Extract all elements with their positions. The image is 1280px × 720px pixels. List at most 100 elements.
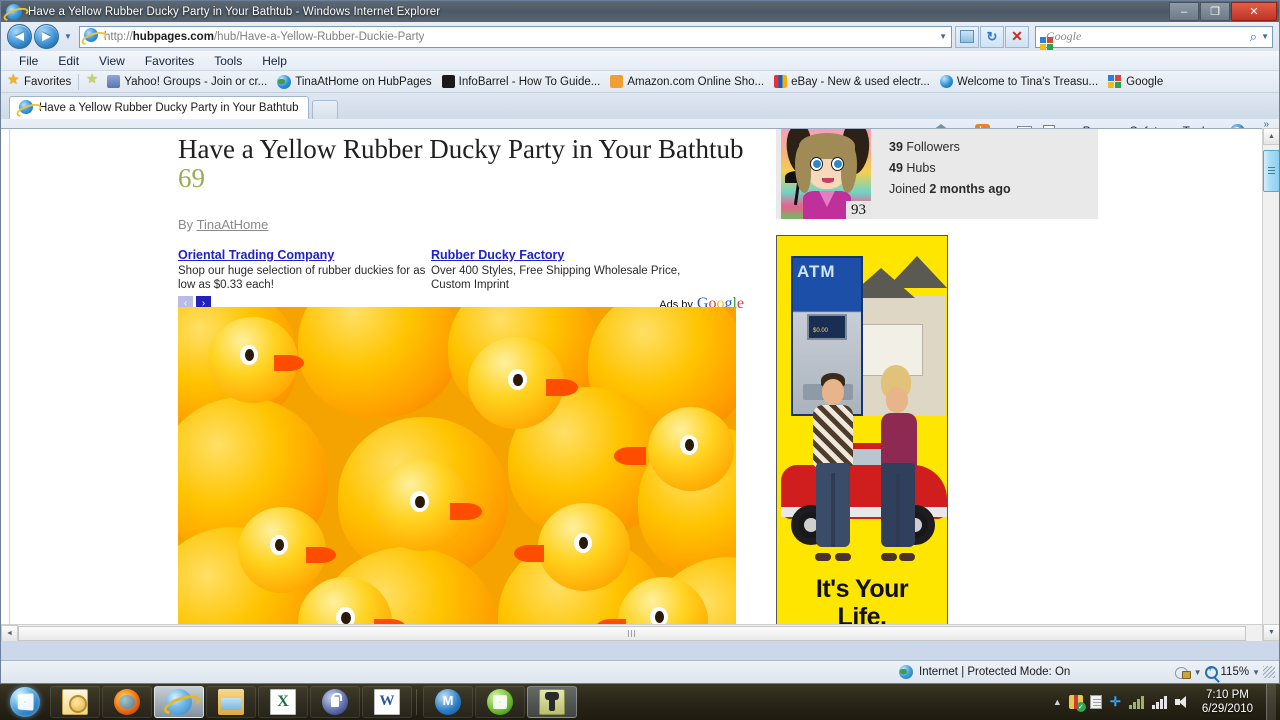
protected-mode-icon[interactable] (1174, 665, 1191, 679)
gift-update-icon[interactable]: ✓ (1068, 695, 1086, 712)
stop-button[interactable]: ✕ (1005, 25, 1029, 48)
favorite-label: InfoBarrel - How To Guide... (458, 75, 601, 88)
taskbar-button-windows-explorer[interactable] (206, 686, 256, 718)
volume-icon[interactable] (1174, 695, 1191, 709)
compatibility-view-button[interactable] (955, 25, 979, 48)
horizontal-scrollbar[interactable]: ◄ (1, 624, 1264, 641)
author-link[interactable]: TinaAtHome (197, 217, 269, 232)
internet-zone-icon (899, 665, 913, 679)
favorite-tinas-treasures[interactable]: Welcome to Tina's Treasu... (939, 75, 1098, 88)
minimize-button[interactable]: – (1169, 2, 1199, 21)
ad-title-link[interactable]: Rubber Ducky Factory (431, 248, 564, 262)
avatar-fringe (799, 133, 855, 159)
ad-title-link[interactable]: Oriental Trading Company (178, 248, 334, 262)
security-zone[interactable]: Internet | Protected Mode: On (899, 665, 1070, 679)
wifi-icon[interactable] (1128, 695, 1145, 709)
page-canvas: Have a Yellow Rubber Ducky Party in Your… (9, 129, 1257, 641)
close-button[interactable]: ✕ (1231, 2, 1277, 21)
scroll-left-button[interactable]: ◄ (1, 624, 18, 641)
favorites-separator (78, 73, 80, 90)
status-bar-right: ▼ 115% ▼ (1174, 664, 1279, 679)
search-input[interactable]: Google ⌕ ▼ (1035, 25, 1273, 50)
protected-mode-caret-icon[interactable]: ▼ (1194, 668, 1202, 677)
scroll-up-button[interactable]: ▲ (1263, 128, 1279, 145)
zoom-icon[interactable] (1204, 664, 1218, 679)
sidebar-banner-ad[interactable]: ATM $0.00 It's Your Life. (776, 235, 948, 641)
menu-view[interactable]: View (89, 54, 135, 68)
search-engine-caret-icon[interactable]: ▼ (1261, 32, 1269, 41)
resize-grip[interactable] (1263, 666, 1275, 678)
signal-bars-icon[interactable] (1151, 695, 1168, 709)
url-prefix: http:// (104, 30, 133, 43)
search-go-icon[interactable]: ⌕ (1250, 29, 1257, 45)
favorite-ebay[interactable]: eBay - New & used electr... (774, 75, 930, 88)
vertical-scrollbar[interactable]: ▲ ▼ (1262, 128, 1279, 641)
show-desktop-button[interactable] (1266, 684, 1276, 720)
horizontal-scroll-thumb[interactable] (18, 626, 1246, 641)
favorite-google[interactable]: Google (1108, 74, 1163, 89)
google-icon (1108, 74, 1122, 89)
taskbar-button-security-app[interactable] (310, 686, 360, 718)
tab-label: Have a Yellow Rubber Ducky Party in Your… (39, 102, 299, 114)
address-input[interactable]: http://hubpages.com/hub/Have-a-Yellow-Ru… (79, 25, 952, 48)
taskbar-button-windows-app[interactable] (475, 686, 525, 718)
tagline-line-1: It's Your (815, 575, 909, 603)
favorite-yahoo-groups[interactable]: Yahoo! Groups - Join or cr... (107, 75, 267, 88)
profile-stats: 39 Followers 49 Hubs Joined 2 months ago (889, 137, 1011, 200)
system-tray: ▲ ✓ ✛ 7:10 PM 6/29/2010 (1053, 684, 1280, 720)
hero-image-rubber-ducks[interactable] (178, 307, 736, 641)
taskbar-button-internet-explorer[interactable] (154, 686, 204, 718)
followers-label: Followers (906, 140, 960, 154)
menu-file[interactable]: File (9, 54, 48, 68)
new-tab-button[interactable] (311, 100, 338, 119)
refresh-button[interactable]: ↻ (980, 25, 1004, 48)
taskbar-button-word[interactable] (362, 686, 412, 718)
taskbar-button-tool-app[interactable] (527, 686, 577, 718)
window-title-bar: Have a Yellow Rubber Ducky Party in Your… (1, 1, 1279, 22)
menu-favorites[interactable]: Favorites (135, 54, 204, 68)
window-title: Have a Yellow Rubber Ducky Party in Your… (28, 5, 441, 18)
vertical-scroll-thumb[interactable] (1263, 150, 1279, 192)
scroll-down-button[interactable]: ▼ (1263, 624, 1279, 641)
favorites-button[interactable]: Favorites (7, 71, 71, 88)
favorite-amazon[interactable]: Amazon.com Online Sho... (610, 75, 764, 88)
document-tray-icon[interactable] (1089, 695, 1102, 709)
ad-body: Over 400 Styles, Free Shipping Wholesale… (431, 265, 681, 291)
hubs-count: 49 (889, 161, 903, 175)
taskbar-button-excel[interactable] (258, 686, 308, 718)
excel-icon (270, 689, 296, 715)
taskbar-button-outlook[interactable] (50, 686, 100, 718)
joined-stat: Joined 2 months ago (889, 179, 1011, 200)
favorite-infobarrel[interactable]: InfoBarrel - How To Guide... (441, 75, 601, 88)
menu-tools[interactable]: Tools (204, 54, 252, 68)
joined-label: Joined (889, 182, 926, 196)
favorite-label: eBay - New & used electr... (791, 75, 930, 88)
back-button[interactable]: ◄ (7, 24, 32, 49)
url-path: /hub/Have-a-Yellow-Rubber-Duckie-Party (213, 30, 425, 43)
followers-stat: 39 Followers (889, 137, 1011, 158)
menu-help[interactable]: Help (252, 54, 297, 68)
address-text: http://hubpages.com/hub/Have-a-Yellow-Ru… (104, 31, 424, 43)
zoom-caret-icon[interactable]: ▼ (1252, 668, 1260, 677)
menu-edit[interactable]: Edit (48, 54, 89, 68)
history-dropdown-icon[interactable]: ▼ (61, 27, 75, 47)
forward-button[interactable]: ► (34, 24, 59, 49)
favorite-label: Yahoo! Groups - Join or cr... (124, 75, 268, 88)
taskbar-button-msn-messenger[interactable] (423, 686, 473, 718)
tray-overflow-icon[interactable]: ▲ (1053, 697, 1062, 707)
favorite-label: TinaAtHome on HubPages (295, 75, 432, 88)
taskbar-button-firefox[interactable] (102, 686, 152, 718)
zoom-level[interactable]: 115% (1221, 666, 1250, 678)
favorite-tinaathome[interactable]: TinaAtHome on HubPages (277, 74, 432, 89)
avatar[interactable]: 93 (781, 129, 871, 219)
page-title-text: Have a Yellow Rubber Ducky Party in Your… (178, 134, 744, 164)
maximize-button[interactable]: ❐ (1200, 2, 1230, 21)
address-dropdown-icon[interactable]: ▼ (939, 32, 947, 41)
bluetooth-icon[interactable]: ✛ (1109, 694, 1122, 710)
favorites-add-button[interactable] (86, 71, 99, 88)
start-button[interactable] (2, 685, 48, 719)
tab-active[interactable]: Have a Yellow Rubber Ducky Party in Your… (9, 96, 309, 119)
clock[interactable]: 7:10 PM 6/29/2010 (1198, 688, 1259, 716)
atm-screen-text: $0.00 (813, 328, 829, 334)
word-icon (374, 689, 400, 715)
